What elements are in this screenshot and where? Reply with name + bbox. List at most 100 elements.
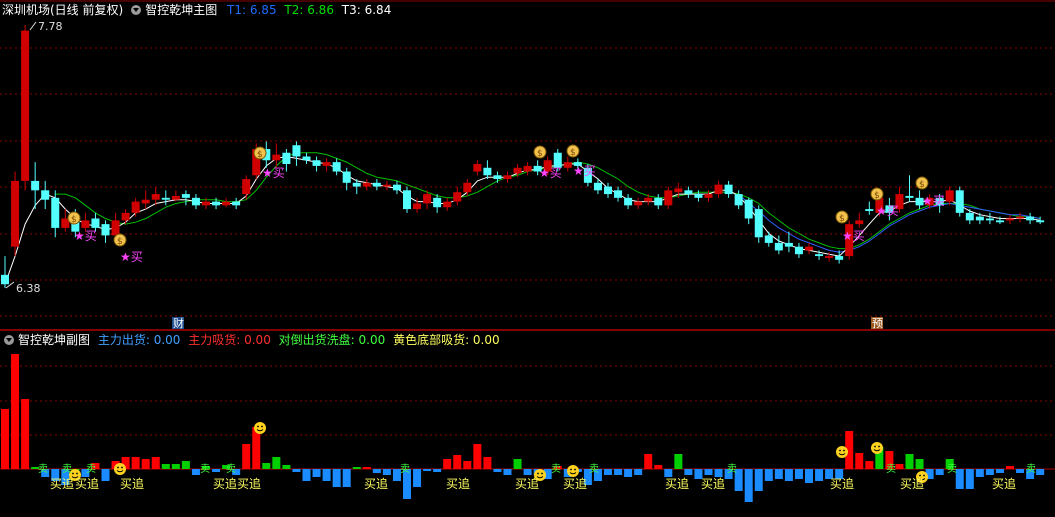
sub-bar	[352, 467, 361, 469]
smiley-icon	[878, 445, 880, 448]
sub-bar	[21, 399, 30, 469]
sub-bar	[191, 469, 200, 475]
sub-bar	[915, 459, 924, 469]
candle-body	[975, 216, 984, 221]
high-price-pointer	[29, 21, 37, 31]
candle-body	[1006, 218, 1014, 221]
sell-label: 卖	[86, 463, 96, 475]
sub-bar	[151, 457, 160, 469]
buy-chase-label: 买追	[665, 476, 689, 491]
candle-body	[985, 218, 994, 221]
buy-chase-label: 买追	[75, 476, 99, 491]
candle-body	[784, 242, 793, 247]
sub-bar	[523, 469, 532, 475]
candle-body	[855, 220, 864, 225]
candle-body	[794, 246, 803, 255]
buy-chase-label: 买追	[213, 476, 237, 491]
candle-body	[443, 201, 452, 208]
candle-body	[734, 194, 743, 206]
candle-body	[764, 235, 773, 243]
sub-bar	[674, 454, 683, 469]
sub-bar	[181, 461, 190, 469]
candle-body	[332, 162, 341, 172]
candle-body	[563, 162, 572, 168]
sell-label: 卖	[947, 463, 957, 475]
moving-averages	[4, 152, 1041, 285]
candle-body	[282, 152, 291, 165]
sub-bar	[453, 455, 462, 469]
sub-bar	[101, 469, 110, 481]
smiley-icon	[874, 445, 876, 448]
candle-body	[181, 194, 190, 198]
candle-body	[493, 175, 502, 180]
buy-chase-label: 买追	[120, 476, 144, 491]
smiley-icon	[121, 466, 123, 469]
candle-body	[483, 167, 492, 176]
sub-bar	[493, 469, 502, 472]
high-price-label: 7.78	[38, 20, 63, 33]
candle-body	[81, 220, 90, 228]
candle-body	[945, 190, 954, 202]
sub-bar	[985, 469, 994, 475]
candle-body	[694, 194, 703, 198]
sub-bar	[513, 459, 522, 469]
smiley-icon	[114, 463, 126, 475]
candle-body	[1026, 216, 1035, 221]
sub-bar	[774, 469, 783, 479]
stock-chart[interactable]: $$$ $ $$$$★买★买★买 ★买 ★买★买★买★买买追 买追 买追 买追 买追 买追 买追 买追…	[0, 0, 1055, 517]
smiley-icon	[76, 472, 78, 475]
sub-bar	[242, 444, 251, 469]
finance-marker[interactable]: 财	[173, 316, 184, 330]
candle-body	[744, 199, 753, 219]
candle-body	[222, 201, 231, 206]
candle-body	[413, 203, 422, 210]
sub-bar	[262, 463, 271, 469]
candle-body	[513, 167, 522, 174]
sub-bar	[483, 457, 492, 469]
sub-bar	[614, 469, 623, 475]
sub-bar	[212, 469, 221, 472]
sub-bar	[1, 409, 9, 469]
candle-body	[141, 199, 150, 204]
money-bag-icon: $	[537, 149, 543, 159]
sub-bar	[905, 454, 914, 469]
sub-bar	[131, 457, 140, 469]
buy-signal-label: ★买	[573, 164, 596, 178]
buy-signal-label: ★买	[876, 204, 899, 218]
candle-body	[453, 192, 462, 202]
smiley-icon	[570, 468, 572, 471]
candle-body	[91, 218, 100, 228]
buy-chase-label: 买追	[446, 476, 470, 491]
candle-body	[242, 179, 251, 195]
sub-bar	[302, 469, 311, 481]
candle-body	[342, 171, 351, 183]
candle-body	[593, 182, 602, 191]
candle-body	[362, 182, 371, 187]
candle-body	[815, 254, 824, 257]
smiley-icon	[574, 468, 576, 471]
candle-body	[302, 156, 311, 161]
buy-chase-label: 买追	[900, 476, 924, 491]
buy-chase-label: 买追	[830, 476, 854, 491]
candle-body	[121, 212, 130, 221]
sell-label: 卖	[589, 463, 599, 475]
sub-bar	[855, 453, 864, 469]
forecast-marker[interactable]: 预	[872, 317, 883, 330]
candle-body	[101, 224, 110, 236]
sub-bar	[11, 354, 20, 469]
candle-body	[644, 197, 653, 202]
sub-bar	[342, 469, 351, 487]
candle-body	[664, 190, 673, 206]
candle-body	[674, 188, 683, 193]
sell-label: 卖	[727, 463, 737, 475]
candle-body	[684, 190, 693, 195]
sub-bar	[805, 469, 813, 483]
sub-bar	[473, 444, 482, 469]
ma-white-line	[4, 155, 1041, 285]
candle-body	[212, 201, 221, 206]
candle-body	[433, 197, 442, 208]
sub-bar	[171, 464, 180, 469]
grid-lines	[0, 47, 1055, 436]
sell-label: 卖	[62, 463, 72, 475]
buy-signal-label: ★买	[74, 229, 97, 243]
